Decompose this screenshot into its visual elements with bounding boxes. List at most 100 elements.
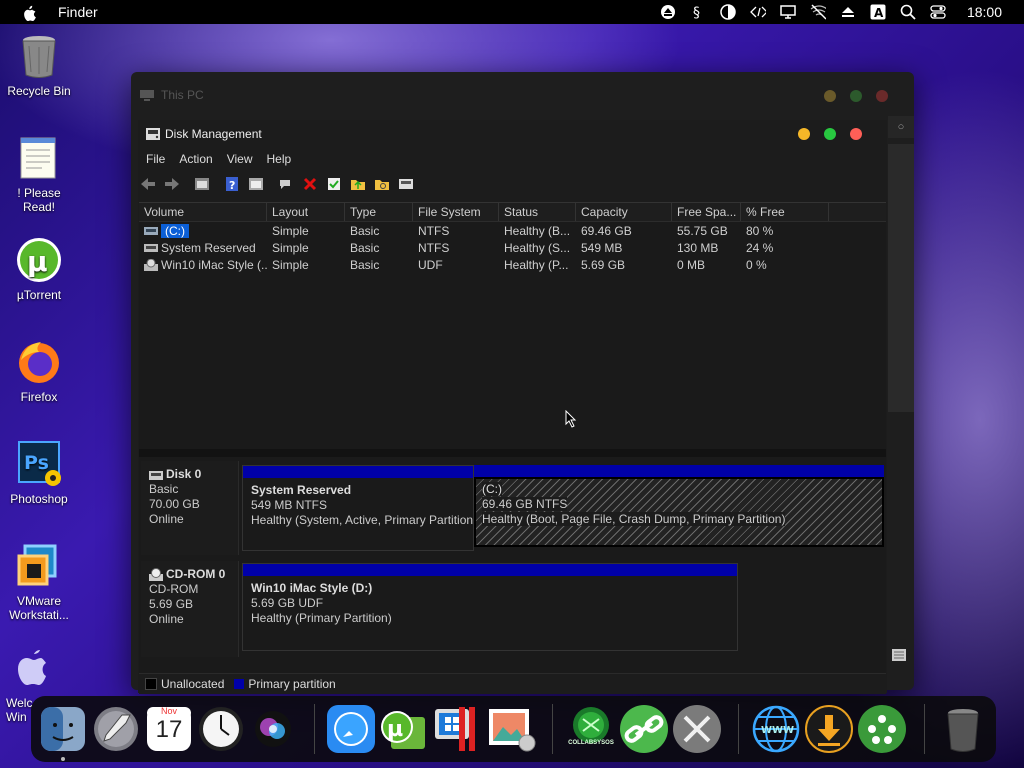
cdrom-0-label[interactable]: CD-ROM 0 CD-ROM 5.69 GB Online bbox=[141, 561, 239, 657]
cell-type: Basic bbox=[350, 240, 380, 255]
folder-up-icon[interactable] bbox=[350, 176, 366, 192]
svg-text:µ: µ bbox=[387, 717, 403, 742]
cell-type: Basic bbox=[350, 223, 380, 238]
desktop-icon-please-read[interactable]: ! Please Read! bbox=[0, 134, 78, 214]
column-percent-free[interactable]: % Free bbox=[741, 203, 829, 221]
launchpad-icon[interactable] bbox=[90, 703, 142, 755]
parallels-icon[interactable] bbox=[431, 703, 483, 755]
partition-c[interactable]: (C:) 69.46 GB NTFS Healthy (Boot, Page F… bbox=[474, 465, 884, 551]
desktop-icon-vmware[interactable]: VMware Workstati... bbox=[0, 542, 78, 622]
utorrent-dock-icon[interactable]: µ bbox=[377, 703, 429, 755]
disk-icon bbox=[149, 470, 163, 480]
column-status[interactable]: Status bbox=[499, 203, 576, 221]
wifi-off-icon[interactable] bbox=[810, 4, 826, 20]
cdrom-icon bbox=[144, 258, 158, 271]
cell-layout: Simple bbox=[272, 223, 309, 238]
eject-small-icon[interactable] bbox=[840, 4, 856, 20]
menu-help[interactable]: Help bbox=[267, 152, 292, 166]
pane-splitter[interactable] bbox=[139, 449, 886, 457]
menubar-clock[interactable]: 18:00 bbox=[967, 4, 1002, 20]
column-type[interactable]: Type bbox=[345, 203, 413, 221]
desktop-icon-utorrent[interactable]: µ µTorrent bbox=[0, 236, 78, 302]
menu-action[interactable]: Action bbox=[179, 152, 212, 166]
column-volume[interactable]: Volume bbox=[139, 203, 267, 221]
app-name[interactable]: Finder bbox=[58, 4, 98, 20]
control-center-icon[interactable] bbox=[930, 4, 946, 20]
cell-layout: Simple bbox=[272, 257, 309, 272]
download-icon[interactable] bbox=[803, 703, 855, 755]
dock: Nov 17 µ COLLABSYSOS WWW bbox=[31, 696, 996, 762]
contrast-icon[interactable] bbox=[720, 4, 736, 20]
table-row[interactable]: (C:) Simple Basic NTFS Healthy (B... 69.… bbox=[139, 222, 886, 239]
running-indicator bbox=[61, 757, 65, 761]
collabsysos-icon[interactable] bbox=[565, 703, 617, 755]
input-a-icon[interactable]: A bbox=[870, 4, 886, 20]
folder-search-icon[interactable] bbox=[374, 176, 390, 192]
dm-close-button[interactable] bbox=[850, 128, 862, 140]
search-icon[interactable] bbox=[900, 4, 916, 20]
console-icon[interactable] bbox=[248, 176, 264, 192]
properties-icon[interactable] bbox=[194, 176, 210, 192]
toolbar: ? bbox=[140, 175, 422, 193]
check-icon[interactable] bbox=[326, 176, 342, 192]
disk-icon[interactable] bbox=[398, 176, 414, 192]
cell-layout: Simple bbox=[272, 240, 309, 255]
siri-icon[interactable] bbox=[247, 703, 299, 755]
volume-name[interactable]: (C:) bbox=[161, 223, 189, 238]
partition-system-reserved[interactable]: System Reserved 549 MB NTFS Healthy (Sys… bbox=[242, 465, 474, 551]
this-pc-title: This PC bbox=[139, 88, 204, 102]
safari-icon[interactable] bbox=[325, 703, 377, 755]
connect-icon[interactable] bbox=[278, 176, 294, 192]
finder-icon[interactable] bbox=[37, 703, 89, 755]
desktop-icon-label: Photoshop bbox=[10, 492, 68, 506]
resize-grip-icon[interactable] bbox=[892, 649, 906, 661]
partition-win10-imac-style[interactable]: Win10 iMac Style (D:) 5.69 GB UDF Health… bbox=[242, 563, 738, 651]
forward-icon[interactable] bbox=[164, 176, 180, 192]
legend-unallocated: Unallocated bbox=[161, 677, 225, 691]
eject-icon[interactable] bbox=[660, 4, 676, 20]
search-partial: ○ bbox=[888, 116, 914, 138]
desktop-icon-photoshop[interactable]: Ps Photoshop bbox=[0, 440, 78, 506]
column-file-system[interactable]: File System bbox=[413, 203, 499, 221]
cell-pct: 80 % bbox=[746, 223, 774, 238]
delete-icon[interactable] bbox=[302, 176, 318, 192]
legend-swatch-primary bbox=[234, 679, 245, 689]
desktop-icon-label: Recycle Bin bbox=[7, 84, 71, 98]
photos-icon[interactable] bbox=[485, 703, 537, 755]
computer-icon bbox=[140, 90, 154, 101]
disk-0-label[interactable]: Disk 0 Basic 70.00 GB Online bbox=[141, 461, 239, 555]
back-icon[interactable] bbox=[140, 176, 156, 192]
mouse-cursor-icon bbox=[565, 410, 577, 428]
apple-icon[interactable] bbox=[20, 3, 38, 21]
menu-file[interactable]: File bbox=[146, 152, 165, 166]
table-row[interactable]: System Reserved Simple Basic NTFS Health… bbox=[139, 239, 886, 256]
help-icon[interactable]: ? bbox=[224, 176, 240, 192]
www-globe-icon[interactable]: WWW bbox=[750, 703, 802, 755]
display-icon[interactable] bbox=[780, 4, 796, 20]
link-icon[interactable] bbox=[618, 703, 670, 755]
dm-minimize-button[interactable] bbox=[798, 128, 810, 140]
minimize-button[interactable] bbox=[824, 90, 836, 102]
cell-fs: UDF bbox=[418, 257, 443, 272]
table-row[interactable]: Win10 iMac Style (... Simple Basic UDF H… bbox=[139, 256, 886, 273]
utorrent-icon: µ bbox=[17, 238, 61, 282]
desktop-icon-recycle-bin[interactable]: Recycle Bin bbox=[0, 32, 78, 98]
script-icon[interactable]: § bbox=[690, 4, 706, 20]
menu-view[interactable]: View bbox=[227, 152, 253, 166]
desktop-icon-label: ! Please Read! bbox=[17, 186, 61, 214]
network-people-icon[interactable] bbox=[856, 703, 908, 755]
trash-icon[interactable] bbox=[937, 703, 989, 755]
column-capacity[interactable]: Capacity bbox=[576, 203, 672, 221]
column-layout[interactable]: Layout bbox=[267, 203, 345, 221]
code-icon[interactable] bbox=[750, 4, 766, 20]
cell-type: Basic bbox=[350, 257, 380, 272]
close-button[interactable] bbox=[876, 90, 888, 102]
desktop-icon-firefox[interactable]: Firefox bbox=[0, 338, 78, 404]
tools-icon[interactable] bbox=[671, 703, 723, 755]
column-free-space[interactable]: Free Spa... bbox=[672, 203, 741, 221]
maximize-button[interactable] bbox=[850, 90, 862, 102]
clock-icon[interactable] bbox=[195, 703, 247, 755]
desktop-icon-label: VMware Workstati... bbox=[9, 594, 69, 622]
svg-text:?: ? bbox=[229, 179, 235, 192]
dm-maximize-button[interactable] bbox=[824, 128, 836, 140]
